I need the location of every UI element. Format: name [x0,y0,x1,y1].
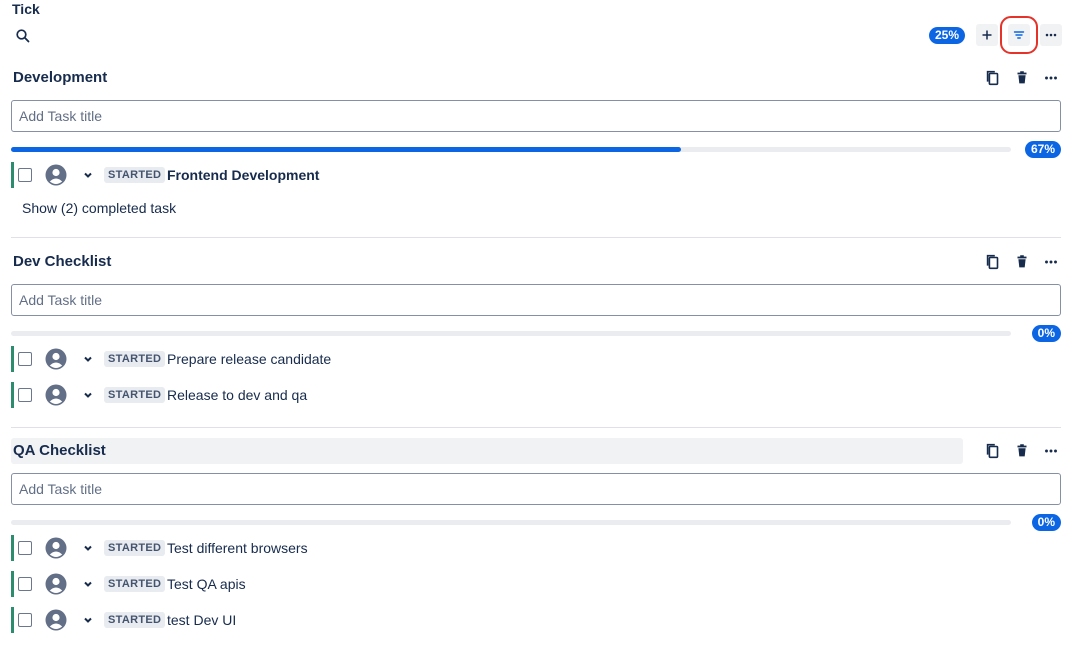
filter-button[interactable] [1000,16,1038,54]
task-checkbox[interactable] [18,388,32,402]
section-progress: 0% [11,514,1061,531]
show-completed-link[interactable]: Show (2) completed task [22,200,176,216]
copy-icon [984,253,1002,271]
more-icon [1042,442,1060,460]
task-title[interactable]: Test QA apis [167,575,246,593]
progress-badge: 67% [1024,141,1061,158]
delete-button[interactable] [1012,252,1032,272]
copy-button[interactable] [983,252,1003,272]
status-badge[interactable]: STARTED [104,387,166,403]
task-row: STARTED Test QA apis [11,569,1061,599]
add-task-input[interactable] [11,473,1061,505]
task-title[interactable]: test Dev UI [167,611,236,629]
task-row: STARTED Release to dev and qa [11,380,1061,410]
trash-icon [1013,253,1031,271]
task-status-bar [11,607,14,633]
search-icon[interactable] [15,28,31,44]
copy-button[interactable] [983,68,1003,88]
chevron-down-icon[interactable] [83,390,93,400]
progress-track [11,520,1011,525]
chevron-down-icon[interactable] [83,170,93,180]
section-progress: 67% [11,141,1061,158]
section-header: QA Checklist [11,438,1061,472]
toolbar: 25% [928,16,1062,54]
section-actions [983,441,1061,461]
task-title[interactable]: Frontend Development [167,166,319,184]
section-more-button[interactable] [1041,68,1061,88]
plus-icon [982,30,992,40]
section-title[interactable]: Dev Checklist [11,249,113,275]
section-title[interactable]: QA Checklist [11,438,963,464]
add-task-input[interactable] [11,100,1061,132]
user-icon[interactable] [45,609,67,631]
progress-track [11,331,1011,336]
user-icon[interactable] [45,164,67,186]
section-header: Dev Checklist [11,249,1061,283]
status-badge[interactable]: STARTED [104,167,166,183]
progress-badge: 0% [1031,514,1061,531]
app-title: Tick [12,1,40,17]
copy-icon [984,69,1002,87]
progress-track [11,147,1011,152]
task-status-bar [11,535,14,561]
trash-icon [1013,69,1031,87]
task-checkbox[interactable] [18,613,32,627]
task-title[interactable]: Release to dev and qa [167,386,307,404]
task-row: STARTED Frontend Development [11,160,1061,190]
checklist-section: QA Checklist 0% STARTED Test different b… [11,438,1061,638]
task-status-bar [11,571,14,597]
user-icon[interactable] [45,537,67,559]
more-icon [1042,253,1060,271]
delete-button[interactable] [1012,441,1032,461]
copy-button[interactable] [983,441,1003,461]
add-task-input[interactable] [11,284,1061,316]
user-icon[interactable] [45,384,67,406]
status-badge[interactable]: STARTED [104,351,166,367]
section-divider [11,427,1061,428]
section-divider [11,237,1061,238]
add-button[interactable] [976,24,998,46]
status-badge[interactable]: STARTED [104,576,166,592]
delete-button[interactable] [1012,68,1032,88]
task-status-bar [11,162,14,188]
checklist-section: Dev Checklist 0% STARTED Prepare release… [11,249,1061,414]
user-icon[interactable] [45,348,67,370]
section-more-button[interactable] [1041,441,1061,461]
more-icon [1043,27,1059,43]
task-checkbox[interactable] [18,352,32,366]
copy-icon [984,442,1002,460]
section-actions [983,68,1061,88]
task-status-bar [11,382,14,408]
progress-fill [11,147,681,152]
trash-icon [1013,442,1031,460]
more-icon [1042,69,1060,87]
task-title[interactable]: Test different browsers [167,539,308,557]
chevron-down-icon[interactable] [83,354,93,364]
task-row: STARTED Test different browsers [11,533,1061,563]
task-status-bar [11,346,14,372]
overall-progress-badge: 25% [928,26,965,44]
chevron-down-icon[interactable] [83,615,93,625]
status-badge[interactable]: STARTED [104,612,166,628]
task-checkbox[interactable] [18,168,32,182]
section-title[interactable]: Development [11,65,109,91]
section-progress: 0% [11,325,1061,342]
chevron-down-icon[interactable] [83,543,93,553]
task-checkbox[interactable] [18,541,32,555]
checklist-section: Development 67% STARTED Frontend Develop… [11,65,1061,216]
progress-badge: 0% [1031,325,1061,342]
user-icon[interactable] [45,573,67,595]
status-badge[interactable]: STARTED [104,540,166,556]
task-title[interactable]: Prepare release candidate [167,350,331,368]
more-options-button[interactable] [1040,24,1062,46]
task-checkbox[interactable] [18,577,32,591]
filter-icon [1013,31,1025,39]
section-more-button[interactable] [1041,252,1061,272]
section-actions [983,252,1061,272]
chevron-down-icon[interactable] [83,579,93,589]
task-row: STARTED test Dev UI [11,605,1061,635]
section-header: Development [11,65,1061,99]
task-row: STARTED Prepare release candidate [11,344,1061,374]
